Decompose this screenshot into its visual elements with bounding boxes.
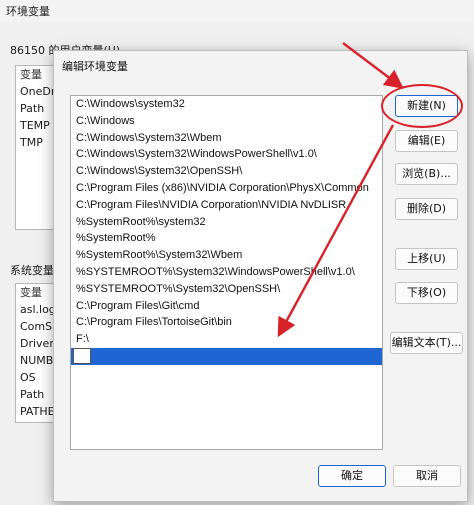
annotation-arrows <box>277 42 404 338</box>
arrow-to-new-button <box>342 42 404 89</box>
arrow-to-new-entry <box>277 124 395 338</box>
